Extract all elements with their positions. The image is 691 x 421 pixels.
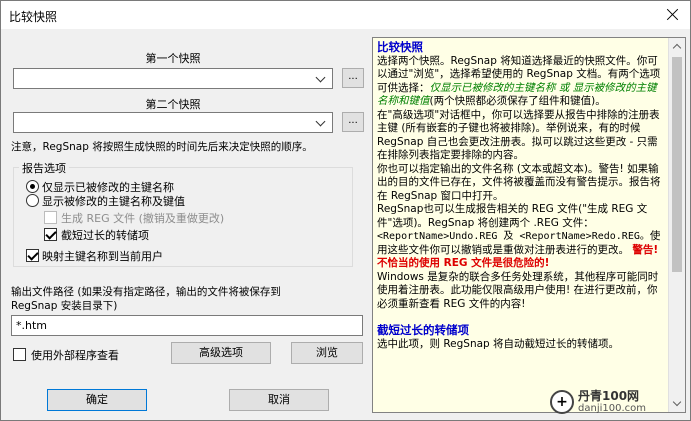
map-hku-checkbox[interactable] xyxy=(26,249,39,262)
help-paragraph-1: 选择两个快照。RegSnap 将知道选择最近的快照文件。你可以通过"浏览"，选择… xyxy=(377,54,661,108)
advanced-options-button[interactable]: 高级选项 xyxy=(171,342,271,364)
generate-reg-label: 生成 REG 文件 (撤销及重做更改) xyxy=(61,212,225,225)
radio-changed-keys[interactable] xyxy=(26,180,39,193)
truncate-dumps-checkbox[interactable] xyxy=(44,228,57,241)
help-title-truncate: 截短过长的转储项 xyxy=(377,323,469,337)
help-title: 比较快照 xyxy=(377,40,423,54)
watermark: + 丹青100网 danji100.com xyxy=(546,388,686,418)
radio-keys-and-values-label[interactable]: 显示被修改的主键名称及键值 xyxy=(42,193,185,209)
chevron-down-icon[interactable] xyxy=(314,71,328,86)
help-pane[interactable]: 比较快照 选择两个快照。RegSnap 将知道选择最近的快照文件。你可以通过"浏… xyxy=(372,37,686,413)
output-path-label-1: 输出文件路径 (如果没有指定路径，输出的文件将被保存到 xyxy=(11,286,281,298)
scroll-up-icon[interactable] xyxy=(669,38,685,55)
radio-keys-and-values[interactable] xyxy=(26,194,39,207)
external-viewer-checkbox[interactable] xyxy=(13,348,26,361)
watermark-site: danji100.com xyxy=(578,403,646,414)
help-paragraph-2: 在"高级选项"对话框中，你可以选择要从报告中排除的注册表主键 (所有嵌套的子键也… xyxy=(377,108,660,162)
chevron-down-icon[interactable] xyxy=(314,115,328,130)
close-icon[interactable] xyxy=(664,6,682,24)
snapshot1-combo[interactable] xyxy=(13,68,333,89)
compare-snapshots-dialog: 比较快照 第一个快照 ... 第二个快照 ... 注意，RegSnap 将按照生… xyxy=(0,0,691,421)
help-reg-filenames: <ReportName>Undo.REG 及 <ReportName>Redo.… xyxy=(377,231,650,242)
order-note: 注意，RegSnap 将按照生成快照的时间先后来决定快照的顺序。 xyxy=(11,141,313,153)
truncate-dumps-label[interactable]: 截短过长的转储项 xyxy=(61,227,149,243)
plus-icon: + xyxy=(550,390,574,414)
help-paragraph-3: 你也可以指定输出的文件名称 (文本或超文本)。警告! 如果输出的目的文件已存在，… xyxy=(377,162,661,202)
scroll-thumb[interactable] xyxy=(672,57,682,272)
window-title: 比较快照 xyxy=(9,10,58,24)
help-content: 比较快照 选择两个快照。RegSnap 将知道选择最近的快照文件。你可以通过"浏… xyxy=(377,40,667,351)
help-scrollbar[interactable] xyxy=(668,38,685,412)
help-paragraph-4: RegSnap也可以生成报告相关的 REG 文件("生成 REG 文件"选项)。… xyxy=(377,203,661,269)
snapshot2-combo[interactable] xyxy=(13,112,333,133)
generate-reg-checkbox[interactable] xyxy=(44,211,57,224)
output-path-label-2: RegSnap 安装目录下) xyxy=(11,300,118,312)
snapshot2-browse-button[interactable]: ... xyxy=(342,112,364,132)
map-hku-label[interactable]: 映射主键名称到当前用户 xyxy=(42,248,163,264)
output-path-input[interactable]: *.htm xyxy=(11,315,363,336)
title-bar: 比较快照 xyxy=(1,1,690,29)
snapshot1-browse-button[interactable]: ... xyxy=(342,68,364,88)
report-options-label: 报告选项 xyxy=(19,160,69,176)
snapshot1-label: 第一个快照 xyxy=(145,52,201,65)
browse-button[interactable]: 浏览 xyxy=(291,342,363,364)
help-paragraph-6: 选中此项，则 RegSnap 将自动截短过长的转储项。 xyxy=(377,337,620,350)
external-viewer-label[interactable]: 使用外部程序查看 xyxy=(31,347,119,363)
ok-button[interactable]: 确定 xyxy=(47,389,147,411)
snapshot2-label: 第二个快照 xyxy=(145,98,201,111)
watermark-brand: 丹青100网 xyxy=(578,389,640,403)
help-paragraph-5: Windows 是复杂的联合多任务处理系统，其他程序可能同时使用着注册表。此功能… xyxy=(377,270,659,310)
cancel-button[interactable]: 取消 xyxy=(229,389,329,411)
